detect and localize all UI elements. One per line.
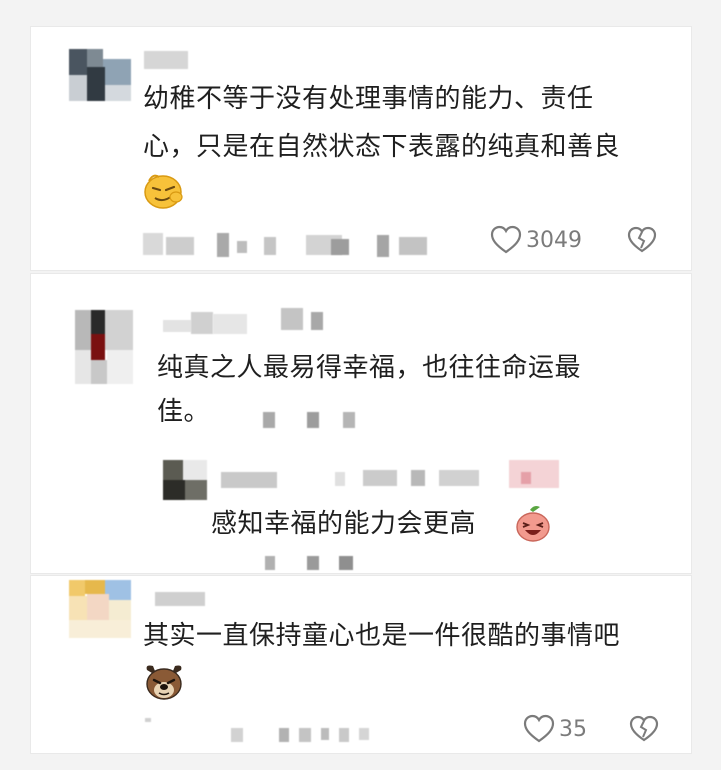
comment-card: 其实一直保持童心也是一件很酷的事情吧 35 [31,576,691,753]
comment-card: 纯真之人最易得幸福，也往往命运最 佳。 感知幸福的能力会更高 [31,274,691,573]
reply-avatar[interactable] [163,460,207,500]
reply-text: 感知幸福的能力会更高 [211,509,477,539]
like-button[interactable]: 35 [523,714,587,744]
laughing-peach-emoji [516,506,550,542]
broken-heart-icon[interactable] [629,715,659,743]
avatar[interactable] [69,49,131,101]
username[interactable] [144,51,188,69]
comment-text: 纯真之人最易得幸福，也往往命运最 佳。 [157,353,582,427]
avatar[interactable] [69,580,131,638]
like-count: 3049 [526,227,582,253]
comment-card: 幼稚不等于没有处理事情的能力、责任 心，只是在自然状态下表露的纯真和善良 304… [31,27,691,270]
like-count: 35 [559,716,587,742]
sly-smile-emoji [144,174,183,209]
username[interactable] [155,592,205,606]
heart-outline-icon [490,225,522,254]
heart-outline-icon [523,714,555,743]
comment-text: 其实一直保持童心也是一件很酷的事情吧 [143,621,621,651]
dog-face-emoji [146,665,182,700]
comment-text: 幼稚不等于没有处理事情的能力、责任 心，只是在自然状态下表露的纯真和善良 [143,84,621,162]
avatar[interactable] [75,310,133,384]
broken-heart-icon[interactable] [627,226,657,254]
like-button[interactable]: 3049 [490,225,582,255]
